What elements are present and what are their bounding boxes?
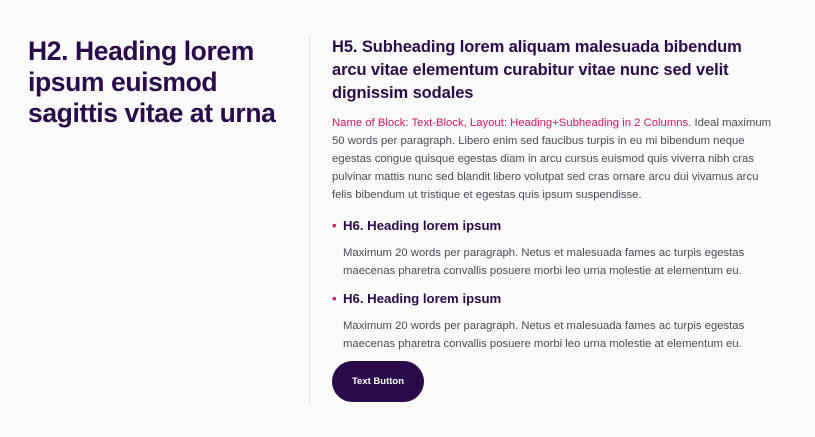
list-item-body: Maximum 20 words per paragraph. Netus et… <box>343 247 745 277</box>
bullet-icon: • <box>332 218 337 233</box>
column-divider <box>309 36 310 404</box>
intro-paragraph: Name of Block: Text-Block, Layout: Headi… <box>332 114 778 204</box>
list-item: • H6. Heading lorem ipsum Maximum 20 wor… <box>332 291 778 353</box>
list-item: • H6. Heading lorem ipsum Maximum 20 wor… <box>332 218 778 280</box>
text-button[interactable]: Text Button <box>332 361 424 402</box>
block-name-label: Name of Block: Text-Block, Layout: Headi… <box>332 117 692 129</box>
left-column: H2. Heading lorem ipsum euismod sagittis… <box>28 36 290 129</box>
list-item-body: Maximum 20 words per paragraph. Netus et… <box>343 320 745 350</box>
right-column: H5. Subheading lorem aliquam malesuada b… <box>332 36 778 353</box>
section-subheading: H5. Subheading lorem aliquam malesuada b… <box>332 38 742 102</box>
text-block-section: H2. Heading lorem ipsum euismod sagittis… <box>0 0 815 437</box>
intro-text: Ideal maximum 50 words per paragraph. Li… <box>332 117 772 201</box>
list-item-heading: H6. Heading lorem ipsum <box>343 291 502 306</box>
section-heading: H2. Heading lorem ipsum euismod sagittis… <box>28 36 276 128</box>
bullet-icon: • <box>332 291 337 306</box>
list-item-heading: H6. Heading lorem ipsum <box>343 218 502 233</box>
